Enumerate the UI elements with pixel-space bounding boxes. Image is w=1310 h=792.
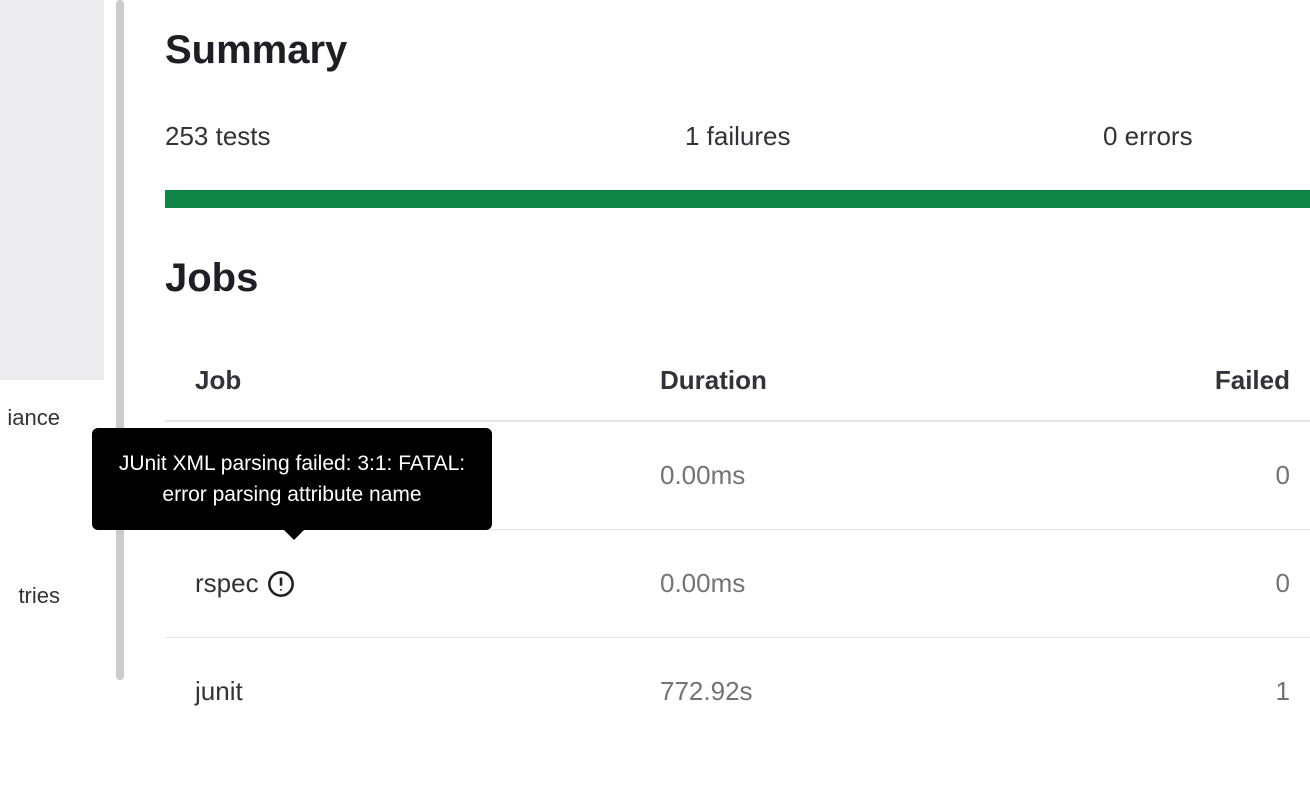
jobs-table: Job Duration Failed 0.00ms 0 rspec bbox=[165, 345, 1310, 745]
table-row: rspec 0.00ms 0 bbox=[165, 530, 1310, 638]
warning-icon[interactable] bbox=[267, 570, 295, 598]
job-failed-count: 0 bbox=[1150, 421, 1310, 530]
summary-stats-row: 253 tests 1 failures 0 errors bbox=[165, 121, 1310, 152]
sidebar-bottom-fragment: iance tries bbox=[0, 380, 104, 792]
sidebar-top-fragment bbox=[0, 0, 104, 380]
job-failed-count: 1 bbox=[1150, 638, 1310, 746]
job-name[interactable]: junit bbox=[195, 676, 243, 707]
summary-progress-bar bbox=[165, 190, 1310, 208]
sidebar-item-compliance[interactable]: iance bbox=[0, 398, 60, 438]
main-content: Summary 253 tests 1 failures 0 errors Jo… bbox=[165, 28, 1310, 745]
job-duration: 0.00ms bbox=[630, 530, 1150, 638]
summary-title: Summary bbox=[165, 28, 1310, 73]
scrollbar-thumb[interactable] bbox=[116, 0, 124, 680]
job-failed-count: 0 bbox=[1150, 530, 1310, 638]
error-tooltip: JUnit XML parsing failed: 3:1: FATAL: er… bbox=[92, 428, 492, 530]
jobs-table-header-row: Job Duration Failed bbox=[165, 345, 1310, 421]
jobs-title: Jobs bbox=[165, 256, 1310, 301]
col-failed-header: Failed bbox=[1150, 345, 1310, 421]
col-duration-header: Duration bbox=[630, 345, 1150, 421]
summary-errors: 0 errors bbox=[1103, 121, 1193, 152]
sidebar-item-registries[interactable]: tries bbox=[0, 576, 60, 616]
summary-failures: 1 failures bbox=[685, 121, 1103, 152]
job-duration: 772.92s bbox=[630, 638, 1150, 746]
summary-tests: 253 tests bbox=[165, 121, 685, 152]
job-duration: 0.00ms bbox=[630, 421, 1150, 530]
job-name[interactable]: rspec bbox=[195, 568, 259, 599]
col-job-header: Job bbox=[165, 345, 630, 421]
table-row: junit 772.92s 1 bbox=[165, 638, 1310, 746]
